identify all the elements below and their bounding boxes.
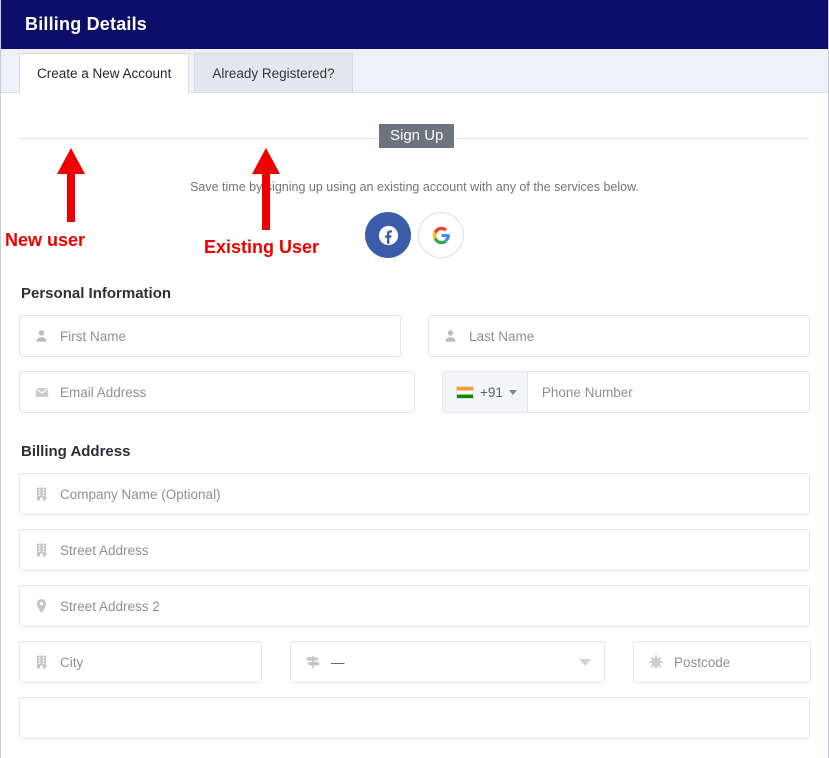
envelope-icon bbox=[34, 387, 49, 398]
street-address-2-field[interactable]: Street Address 2 bbox=[19, 585, 810, 627]
tab-bar: Create a New Account Already Registered? bbox=[1, 49, 828, 93]
company-name-placeholder: Company Name (Optional) bbox=[60, 486, 221, 502]
next-field-row-partial bbox=[19, 697, 810, 739]
name-row: First Name Last Name bbox=[19, 315, 810, 357]
street-address-row: Street Address bbox=[19, 529, 810, 571]
social-login-row bbox=[19, 212, 810, 258]
google-login-button[interactable] bbox=[418, 212, 464, 258]
postcode-field[interactable]: Postcode bbox=[633, 641, 811, 683]
building-icon bbox=[34, 543, 49, 557]
country-code-selector[interactable]: +91 bbox=[443, 372, 528, 412]
phone-number-field[interactable]: +91 Phone Number bbox=[442, 371, 810, 413]
personal-information-heading: Personal Information bbox=[21, 285, 172, 302]
building-icon bbox=[34, 487, 49, 501]
signup-divider: Sign Up bbox=[19, 124, 810, 148]
last-name-field[interactable]: Last Name bbox=[428, 315, 810, 357]
india-flag-icon bbox=[456, 385, 474, 399]
dial-code: +91 bbox=[480, 384, 503, 400]
gear-icon bbox=[648, 655, 663, 669]
street-address-placeholder: Street Address bbox=[60, 542, 149, 558]
company-name-field[interactable]: Company Name (Optional) bbox=[19, 473, 810, 515]
tab-label: Create a New Account bbox=[37, 66, 172, 81]
billing-address-heading: Billing Address bbox=[21, 443, 131, 460]
email-address-field[interactable]: Email Address bbox=[19, 371, 415, 413]
building-icon bbox=[34, 655, 49, 669]
street-address-2-row: Street Address 2 bbox=[19, 585, 810, 627]
signup-badge: Sign Up bbox=[379, 124, 455, 148]
street-address-field[interactable]: Street Address bbox=[19, 529, 810, 571]
google-icon bbox=[432, 226, 450, 244]
annotation-arrow-existing-user bbox=[249, 148, 283, 235]
first-name-field[interactable]: First Name bbox=[19, 315, 401, 357]
city-field[interactable]: City bbox=[19, 641, 262, 683]
signup-subtitle: Save time by signing up using an existin… bbox=[190, 180, 639, 194]
state-select[interactable]: — bbox=[290, 641, 605, 683]
page-header: Billing Details bbox=[1, 0, 828, 49]
postcode-placeholder: Postcode bbox=[674, 654, 731, 670]
state-select-value: — bbox=[331, 654, 345, 670]
phone-number-placeholder: Phone Number bbox=[541, 384, 633, 400]
first-name-placeholder: First Name bbox=[60, 328, 127, 344]
email-phone-row: Email Address +91 Phone Number bbox=[19, 371, 810, 413]
signpost-icon bbox=[305, 655, 320, 669]
user-icon bbox=[34, 329, 49, 343]
street-address-2-placeholder: Street Address 2 bbox=[60, 598, 160, 614]
page-title: Billing Details bbox=[25, 14, 148, 34]
last-name-placeholder: Last Name bbox=[469, 328, 535, 344]
tab-already-registered[interactable]: Already Registered? bbox=[194, 53, 353, 92]
chevron-down-icon bbox=[579, 659, 591, 666]
company-name-row: Company Name (Optional) bbox=[19, 473, 810, 515]
facebook-login-button[interactable] bbox=[365, 212, 411, 258]
additional-field[interactable] bbox=[19, 697, 810, 739]
email-address-placeholder: Email Address bbox=[60, 384, 147, 400]
annotation-arrow-new-user bbox=[54, 148, 88, 227]
form-content: New user Existing User Sign Up Save time… bbox=[1, 124, 828, 758]
user-icon bbox=[443, 329, 458, 343]
chevron-down-icon bbox=[508, 389, 517, 395]
billing-details-page: Billing Details Create a New Account Alr… bbox=[0, 0, 829, 758]
city-placeholder: City bbox=[60, 654, 84, 670]
facebook-icon bbox=[378, 225, 398, 245]
map-pin-icon bbox=[34, 599, 49, 613]
city-state-postcode-row: City — Postcode bbox=[19, 641, 811, 683]
tab-create-a-new-account[interactable]: Create a New Account bbox=[19, 53, 190, 93]
tab-label: Already Registered? bbox=[212, 65, 335, 81]
